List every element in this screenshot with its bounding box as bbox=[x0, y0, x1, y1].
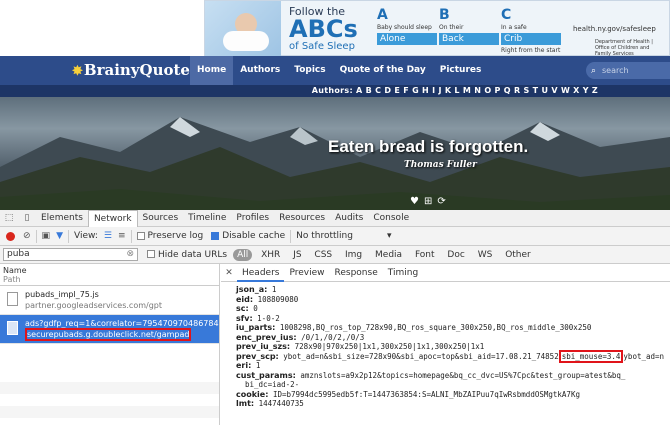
baby-photo bbox=[205, 1, 281, 56]
file-icon bbox=[7, 321, 18, 335]
param-row: sfv: 1-0-2 bbox=[236, 313, 280, 323]
param-row: cust_params: amznslots=a9x2p12&topics=ho… bbox=[236, 370, 626, 380]
disable-cache-checkbox[interactable]: Disable cache bbox=[211, 231, 285, 241]
param-row: lmt: 1447440735 bbox=[236, 399, 304, 408]
nav-authors[interactable]: Authors bbox=[233, 56, 287, 85]
capture-icon[interactable]: ▣ bbox=[42, 231, 51, 241]
type-font[interactable]: Font bbox=[411, 249, 439, 261]
param-row: eid: 108809080 bbox=[236, 294, 299, 304]
tab-sources[interactable]: Sources bbox=[138, 210, 184, 227]
close-icon[interactable]: ✕ bbox=[221, 268, 237, 278]
inspect-icon[interactable]: ⬚ bbox=[0, 213, 18, 223]
param-row: cookie: ID=b7994dc5995edb5f:T=1447363854… bbox=[236, 389, 580, 399]
overview-icon[interactable]: ≡ bbox=[118, 231, 126, 241]
preserve-log-checkbox[interactable]: Preserve log bbox=[136, 231, 203, 241]
device-mode-icon[interactable]: ▯ bbox=[18, 213, 36, 223]
share-icons: ♥ ⊞ ⟳ bbox=[410, 196, 446, 207]
highlighted-path: securepubads.g.doubleclick.net/gampad bbox=[25, 328, 192, 341]
param-row: iu_parts: 1008298,BQ_ros_top_728x90,BQ_r… bbox=[236, 323, 592, 332]
quote-text[interactable]: Eaten bread is forgotten. bbox=[328, 137, 528, 157]
filter-icon[interactable]: ▼ bbox=[56, 231, 63, 241]
chevron-down-icon: ▾ bbox=[386, 231, 392, 241]
request-list-header[interactable]: Name Path bbox=[0, 264, 219, 286]
type-media[interactable]: Media bbox=[371, 249, 406, 261]
query-params: json_a: 1 eid: 108809080 sc: 0 sfv: 1-0-… bbox=[221, 282, 670, 409]
devtools-tab-bar: ⬚ ▯ Elements Network Sources Timeline Pr… bbox=[0, 209, 670, 227]
tab-elements[interactable]: Elements bbox=[36, 210, 88, 227]
file-icon bbox=[7, 292, 18, 306]
ad-step-c: C In a safe Crib Right from the start bbox=[501, 7, 561, 54]
filter-bar: puba ⊗ Hide data URLs All XHR JS CSS Img … bbox=[0, 246, 670, 264]
ad-subtitle: of Safe Sleep bbox=[289, 41, 355, 52]
nav-links: Home Authors Topics Quote of the Day Pic… bbox=[190, 56, 488, 85]
request-details: ✕ Headers Preview Response Timing json_a… bbox=[221, 263, 670, 425]
type-xhr[interactable]: XHR bbox=[257, 249, 284, 261]
refresh-icon[interactable]: ⟳ bbox=[437, 196, 445, 207]
tab-response[interactable]: Response bbox=[330, 264, 383, 282]
ad-step-b: B On their Back bbox=[439, 7, 501, 45]
param-row: json_a: 1 bbox=[236, 285, 277, 294]
devtools-panel: ⬚ ▯ Elements Network Sources Timeline Pr… bbox=[0, 209, 670, 425]
request-row-selected[interactable]: ads?gdfp_req=1&correlator=79547097048678… bbox=[0, 315, 219, 344]
search-icon: ⌕ bbox=[591, 66, 597, 76]
type-img[interactable]: Img bbox=[341, 249, 366, 261]
details-tab-bar: ✕ Headers Preview Response Timing bbox=[221, 263, 670, 282]
tab-timeline[interactable]: Timeline bbox=[183, 210, 231, 227]
safe-sleep-ad[interactable]: Follow the ABCs of Safe Sleep A Baby sho… bbox=[204, 0, 670, 57]
site-nav: ✸BrainyQuote Home Authors Topics Quote o… bbox=[0, 56, 670, 85]
clear-icon[interactable]: ⊘ bbox=[23, 231, 31, 241]
type-filters: All XHR JS CSS Img Media Font Doc WS Oth… bbox=[233, 248, 537, 261]
throttle-select[interactable]: No throttling ▾ bbox=[296, 231, 391, 241]
request-list: Name Path pubads_impl_75.js partner.goog… bbox=[0, 264, 220, 425]
type-ws[interactable]: WS bbox=[474, 249, 497, 261]
nav-quote-of-the-day[interactable]: Quote of the Day bbox=[333, 56, 433, 85]
ad-step-a: A Baby should sleep Alone bbox=[377, 7, 439, 45]
type-other[interactable]: Other bbox=[501, 249, 535, 261]
tab-audits[interactable]: Audits bbox=[330, 210, 368, 227]
tab-console[interactable]: Console bbox=[368, 210, 414, 227]
nav-pictures[interactable]: Pictures bbox=[433, 56, 489, 85]
record-button[interactable] bbox=[6, 231, 15, 241]
network-toolbar: ⊘ ▣ ▼ View: ☰ ≡ Preserve log Disable cac… bbox=[0, 227, 670, 246]
type-css[interactable]: CSS bbox=[310, 249, 336, 261]
filter-input[interactable]: puba ⊗ bbox=[3, 248, 138, 261]
hide-data-urls-checkbox[interactable]: Hide data URLs bbox=[147, 250, 227, 260]
param-continuation: bi_dc=iad-2- bbox=[245, 380, 300, 389]
param-row: sc: 0 bbox=[236, 304, 258, 313]
authors-alphabet-bar[interactable]: Authors: A B C D E F G H I J K L M N O P… bbox=[0, 85, 670, 97]
plus-icon[interactable]: ⊞ bbox=[424, 196, 432, 207]
nav-home[interactable]: Home bbox=[190, 56, 234, 85]
tab-network[interactable]: Network bbox=[87, 209, 138, 227]
ad-abcs-title: ABCs bbox=[289, 15, 358, 43]
view-label: View: bbox=[73, 231, 98, 241]
ad-dept-logo: Department of Health | Office of Childre… bbox=[595, 39, 653, 57]
type-js[interactable]: JS bbox=[289, 249, 305, 261]
empty-rows bbox=[0, 370, 219, 425]
highlighted-sbi-mouse: sbi_mouse=3.4 bbox=[558, 349, 624, 363]
logo-star-icon: ✸ bbox=[72, 64, 83, 79]
brainyquote-logo[interactable]: ✸BrainyQuote bbox=[72, 61, 190, 79]
tab-resources[interactable]: Resources bbox=[274, 210, 330, 227]
search-input[interactable]: ⌕ search bbox=[586, 62, 670, 79]
large-rows-icon[interactable]: ☰ bbox=[104, 231, 112, 241]
ad-url: health.ny.gov/safesleep bbox=[573, 25, 656, 33]
clear-filter-icon[interactable]: ⊗ bbox=[126, 249, 134, 260]
ad-banner[interactable]: Follow the ABCs of Safe Sleep A Baby sho… bbox=[0, 0, 670, 57]
type-doc[interactable]: Doc bbox=[443, 249, 468, 261]
nav-topics[interactable]: Topics bbox=[287, 56, 332, 85]
request-row[interactable]: pubads_impl_75.js partner.googleadservic… bbox=[0, 286, 219, 315]
type-all[interactable]: All bbox=[233, 248, 253, 261]
tab-preview[interactable]: Preview bbox=[284, 264, 329, 282]
heart-icon[interactable]: ♥ bbox=[410, 196, 419, 207]
tab-profiles[interactable]: Profiles bbox=[231, 210, 274, 227]
param-row: enc_prev_ius: /0/1,/0/2,/0/3 bbox=[236, 332, 365, 342]
tab-headers[interactable]: Headers bbox=[237, 263, 285, 282]
quote-author[interactable]: Thomas Fuller bbox=[404, 160, 477, 170]
quote-hero-image: Eaten bread is forgotten. Thomas Fuller … bbox=[0, 97, 670, 210]
tab-timing[interactable]: Timing bbox=[383, 264, 423, 282]
param-row: prev_scp: ybot_ad=n&sbi_size=728x90&sbi_… bbox=[236, 349, 665, 363]
